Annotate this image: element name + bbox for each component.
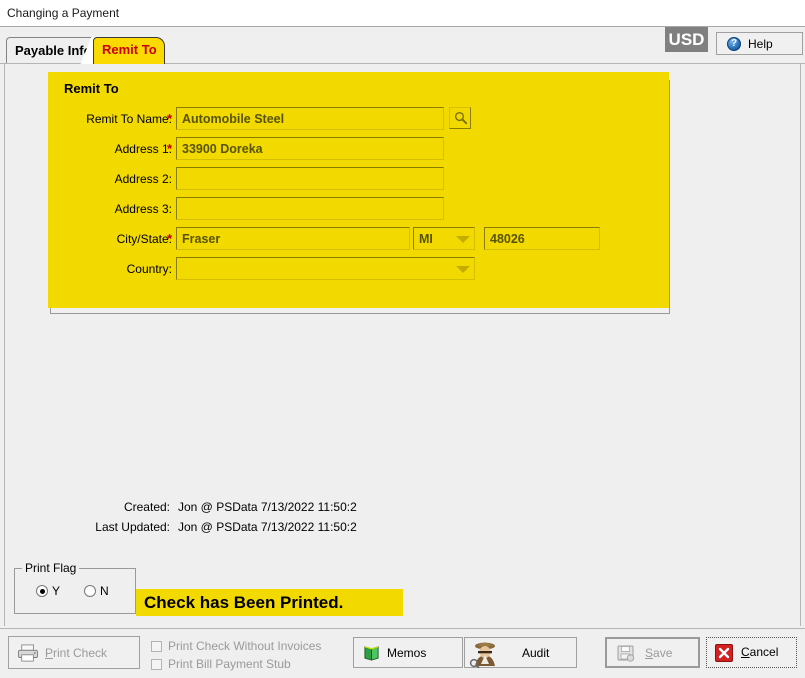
last-updated-value: Jon @ PSData 7/13/2022 11:50:2 [178, 520, 357, 534]
zip-input[interactable]: 48026 [484, 227, 600, 250]
tab-payable-info-label: Payable Info [15, 43, 92, 58]
address2-input[interactable] [176, 167, 444, 190]
window-title: Changing a Payment [7, 6, 120, 20]
print-flag-radio-n-label: N [100, 584, 109, 598]
check-printed-banner: Check has Been Printed. [136, 589, 403, 616]
cancel-button[interactable]: Cancel [706, 637, 797, 668]
created-value: Jon @ PSData 7/13/2022 11:50:2 [178, 500, 357, 514]
print-check-button-label: Print Check [45, 646, 108, 660]
city-input[interactable]: Fraser [176, 227, 410, 250]
country-label: Country: [126, 262, 172, 276]
address2-label: Address 2: [114, 172, 172, 186]
city-state-label: City/State: [116, 232, 172, 246]
address1-required-star: * [167, 141, 173, 156]
remit-to-name-label: Remit To Name: [86, 112, 172, 126]
save-button[interactable]: Save [605, 637, 700, 668]
print-flag-radio-n[interactable] [84, 585, 96, 597]
audit-button-label: Audit [522, 646, 550, 660]
audit-button[interactable]: Audit [464, 637, 577, 668]
state-dropdown[interactable]: MI [413, 227, 475, 250]
remit-to-name-required-star: * [167, 111, 173, 126]
chevron-down-icon [456, 236, 470, 243]
print-bill-payment-stub-label: Print Bill Payment Stub [168, 657, 291, 671]
memos-button[interactable]: Memos [353, 637, 463, 668]
print-bill-payment-stub-checkbox[interactable] [151, 659, 162, 670]
chevron-down-icon [456, 266, 470, 273]
window-title-bar: Changing a Payment [0, 0, 805, 27]
created-label: Created: [123, 500, 170, 514]
memos-button-label: Memos [387, 646, 427, 660]
book-icon [364, 646, 379, 661]
address1-label: Address 1: [114, 142, 172, 156]
tab-remit-to[interactable]: Remit To [93, 37, 165, 64]
state-dropdown-value: MI [419, 232, 433, 246]
print-flag-radio-y-label: Y [52, 584, 61, 598]
last-updated-label: Last Updated: [95, 520, 170, 534]
remit-to-name-input[interactable]: Automobile Steel [176, 107, 444, 130]
city-state-required-star: * [167, 231, 173, 246]
save-button-label: Save [645, 646, 673, 660]
cancel-button-label: Cancel [741, 645, 779, 659]
print-check-without-invoices-label: Print Check Without Invoices [168, 639, 322, 653]
detective-icon [469, 642, 495, 668]
floppy-disk-icon [617, 645, 635, 662]
address3-label: Address 3: [114, 202, 172, 216]
remit-to-legend: Remit To [60, 81, 123, 97]
magnifier-icon [454, 111, 468, 125]
country-dropdown[interactable] [176, 257, 475, 280]
remit-to-name-lookup-button[interactable] [449, 107, 471, 129]
print-flag-legend: Print Flag [22, 561, 80, 575]
printer-icon [18, 644, 38, 662]
tab-strip: Payable Info Remit To [0, 36, 805, 64]
address1-input[interactable]: 33900 Doreka [176, 137, 444, 160]
address3-input[interactable] [176, 197, 444, 220]
application-window: Changing a Payment USD ? Help Payable In… [0, 0, 805, 678]
tab-remit-to-label: Remit To [102, 42, 157, 57]
print-check-without-invoices-checkbox[interactable] [151, 641, 162, 652]
print-check-button[interactable]: Print Check [8, 636, 140, 669]
print-flag-radio-y[interactable] [36, 585, 48, 597]
red-x-icon [715, 644, 733, 662]
